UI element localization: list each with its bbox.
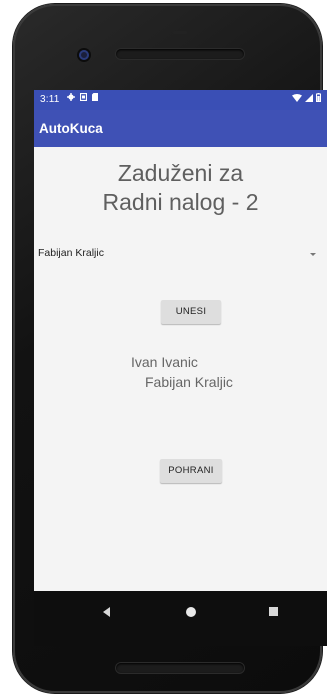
proximity-sensor <box>173 31 187 34</box>
page-title: Zaduženi za Radni nalog - 2 <box>34 159 327 217</box>
page-title-line-1: Zaduženi za <box>117 160 244 186</box>
assigned-workers-list: Ivan Ivanic Fabijan Kraljic <box>34 352 327 392</box>
list-item: Fabijan Kraljic <box>145 374 233 390</box>
home-icon[interactable] <box>186 607 196 617</box>
worker-spinner[interactable]: Fabijan Kraljic <box>34 243 327 265</box>
app-bar: AutoKuca <box>34 110 327 147</box>
page-title-line-2: Radni nalog - 2 <box>102 189 259 215</box>
wifi-icon <box>292 93 302 102</box>
battery-icon <box>316 93 321 102</box>
bottom-speaker <box>116 663 244 673</box>
settings-icon <box>67 93 75 101</box>
status-bar: 3:11 <box>34 90 327 110</box>
earpiece-speaker <box>116 49 244 59</box>
screen: 3:11 AutoKuca Zaduženi za Radni nalog - … <box>34 90 327 646</box>
phone-frame: 3:11 AutoKuca Zaduženi za Radni nalog - … <box>13 4 327 693</box>
front-camera <box>79 50 89 60</box>
recent-apps-icon[interactable] <box>269 607 278 616</box>
dropdown-arrow-icon <box>310 253 316 256</box>
status-time: 3:11 <box>40 94 60 105</box>
list-item: Ivan Ivanic <box>131 354 198 370</box>
content-area: Zaduženi za Radni nalog - 2 Fabijan Kral… <box>34 147 327 591</box>
signal-icon <box>305 93 313 102</box>
unesi-button[interactable]: UNESI <box>161 300 221 324</box>
storage-icon <box>92 93 98 101</box>
spinner-selected-value: Fabijan Kraljic <box>38 247 104 259</box>
pohrani-button[interactable]: POHRANI <box>160 459 222 483</box>
app-title: AutoKuca <box>39 121 103 136</box>
back-icon[interactable] <box>103 607 110 617</box>
status-icons-left <box>67 93 98 101</box>
navigation-bar <box>34 591 327 646</box>
sim-icon <box>80 93 87 101</box>
status-icons-right <box>292 93 321 102</box>
